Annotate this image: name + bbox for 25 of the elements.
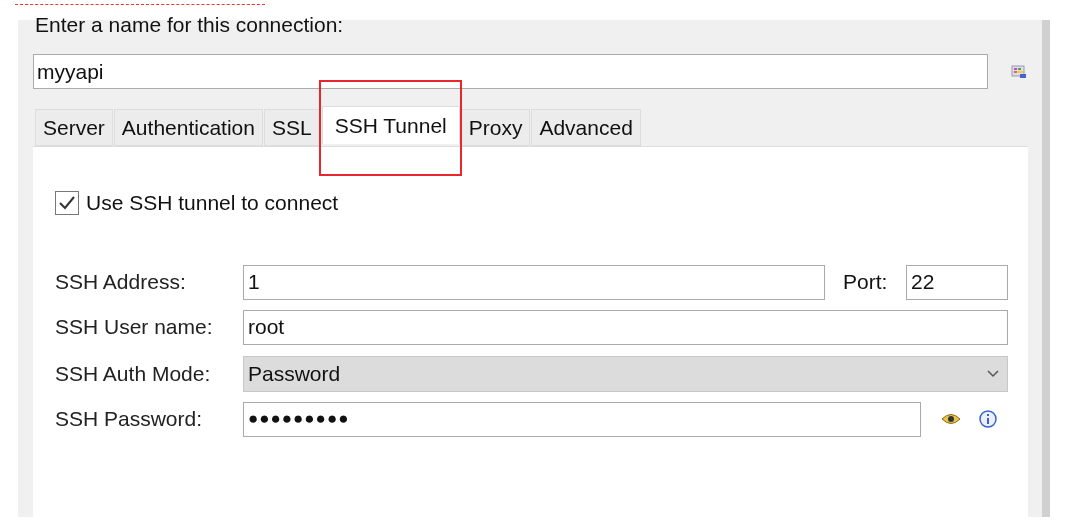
connection-name-label: Enter a name for this connection: bbox=[35, 14, 345, 36]
ssh-address-field[interactable]: 1 bbox=[243, 264, 825, 300]
port-label: Port: bbox=[843, 269, 889, 296]
auth-mode-dropdown[interactable]: Password bbox=[243, 355, 1008, 392]
field-label: SSH User name: bbox=[55, 314, 214, 341]
tab[interactable]: Server bbox=[35, 109, 113, 146]
info-icon[interactable] bbox=[979, 410, 997, 428]
checkbox[interactable] bbox=[55, 190, 79, 215]
field-label: SSH Password: bbox=[55, 406, 204, 433]
tab[interactable]: SSL bbox=[263, 109, 320, 146]
eye-icon[interactable] bbox=[941, 413, 961, 425]
tab[interactable]: Authentication bbox=[113, 109, 263, 146]
port-field[interactable]: 22 bbox=[906, 264, 1008, 300]
chevron-down-icon bbox=[987, 369, 999, 378]
tab[interactable]: Proxy bbox=[460, 109, 531, 146]
field-label: SSH Auth Mode: bbox=[55, 360, 212, 387]
check-icon bbox=[58, 194, 76, 211]
color-grid-icon[interactable] bbox=[1011, 63, 1027, 80]
tab[interactable]: SSH Tunnel bbox=[321, 106, 460, 144]
user-name-field[interactable]: root bbox=[243, 309, 1008, 345]
checkbox-label[interactable]: Use SSH tunnel to connect bbox=[86, 187, 339, 219]
password-field[interactable]: ●●●●●●●●● bbox=[243, 401, 921, 437]
tab[interactable]: Advanced bbox=[531, 109, 641, 146]
field-label: SSH Address: bbox=[55, 269, 187, 296]
connection-name-field[interactable]: myyapi bbox=[33, 54, 988, 89]
